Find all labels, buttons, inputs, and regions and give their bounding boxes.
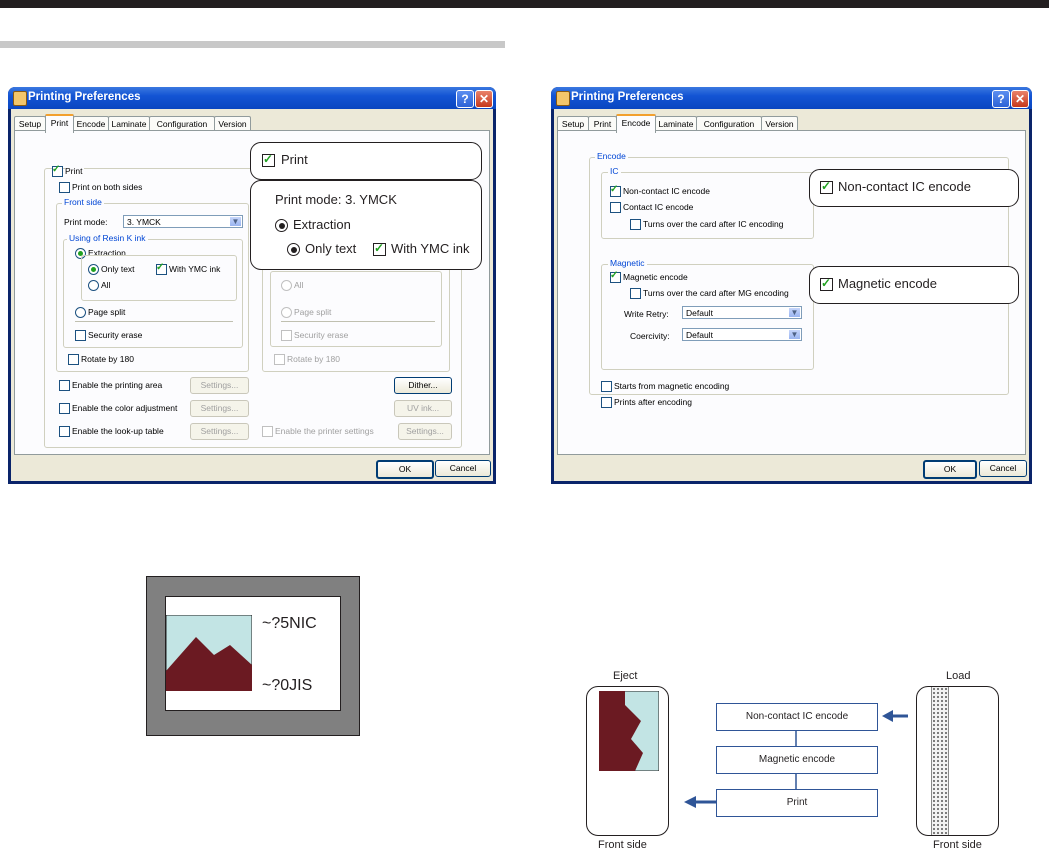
flow-connectors <box>684 710 908 808</box>
tab-print[interactable]: Print <box>45 114 74 133</box>
step-magnetic-encode: Magnetic encode <box>716 746 878 774</box>
step-non-contact-ic: Non-contact IC encode <box>716 703 878 731</box>
step-print: Print <box>716 789 878 817</box>
tab-encode[interactable]: Encode <box>616 114 656 133</box>
